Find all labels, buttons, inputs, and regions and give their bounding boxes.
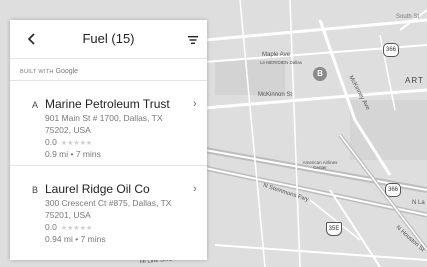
result-letter: A bbox=[32, 100, 39, 110]
rating-value: 0.0 bbox=[45, 137, 57, 147]
header-divider bbox=[10, 58, 207, 59]
highway-366-shield: 366 bbox=[385, 183, 401, 197]
chevron-right-icon: › bbox=[193, 98, 197, 110]
result-rating: 0.0 ★★★★★ bbox=[45, 137, 92, 147]
built-with-label: BUILT WITH bbox=[20, 69, 54, 75]
result-rating: 0.0 ★★★★★ bbox=[45, 222, 92, 232]
filter-icon[interactable] bbox=[188, 35, 198, 45]
chevron-right-icon: › bbox=[193, 183, 197, 195]
attribution: BUILT WITH Google bbox=[20, 68, 78, 75]
panel-header: Fuel (15) bbox=[10, 20, 207, 58]
result-distance: 0.9 mi • 7 mins bbox=[45, 149, 101, 159]
map-label-american-airlines-center: American Airlines Center bbox=[302, 160, 338, 170]
result-item-b[interactable]: B Laurel Ridge Oil Co 300 Crescent Ct #8… bbox=[10, 165, 207, 255]
result-distance: 0.94 mi • 7 mins bbox=[45, 234, 106, 244]
result-address-line2: 75202, USA bbox=[45, 125, 91, 135]
result-item-a[interactable]: A Marine Petroleum Trust 901 Main St # 1… bbox=[10, 80, 207, 165]
results-panel: Fuel (15) BUILT WITH Google A Marine Pet… bbox=[10, 20, 207, 260]
highway-366-shield: 366 bbox=[383, 43, 399, 57]
rating-stars-icon: ★★★★★ bbox=[60, 140, 93, 147]
rating-stars-icon: ★★★★★ bbox=[60, 225, 93, 232]
map-label-arts-district: ART DISTR bbox=[405, 76, 427, 85]
interstate-35e-shield: 35E bbox=[326, 222, 342, 236]
rating-value: 0.0 bbox=[45, 222, 57, 232]
map-label-mckinnon-st: McKinnon St bbox=[258, 92, 293, 98]
map-label-south-st: South St bbox=[396, 14, 420, 20]
map-label-n-la: N La bbox=[412, 200, 425, 206]
result-address-line1: 901 Main St # 1700, Dallas, TX bbox=[45, 113, 163, 123]
result-address-line2: 75201, USA bbox=[45, 210, 91, 220]
google-logo: Google bbox=[55, 68, 79, 75]
map-label-maple-ave: Maple Ave bbox=[262, 52, 290, 58]
result-name: Laurel Ridge Oil Co bbox=[45, 182, 150, 196]
result-address-line1: 300 Crescent Ct #875, Dallas, TX bbox=[45, 198, 172, 208]
map-label-le-meridien: Le MERIDIEN Dallas bbox=[260, 60, 303, 65]
panel-title: Fuel (15) bbox=[82, 31, 135, 46]
result-name: Marine Petroleum Trust bbox=[45, 97, 170, 111]
map-pin-b[interactable]: B bbox=[313, 67, 327, 81]
result-letter: B bbox=[32, 185, 39, 195]
screen: Maple Ave Le MERIDIEN Dallas McKinnon St… bbox=[0, 0, 427, 267]
